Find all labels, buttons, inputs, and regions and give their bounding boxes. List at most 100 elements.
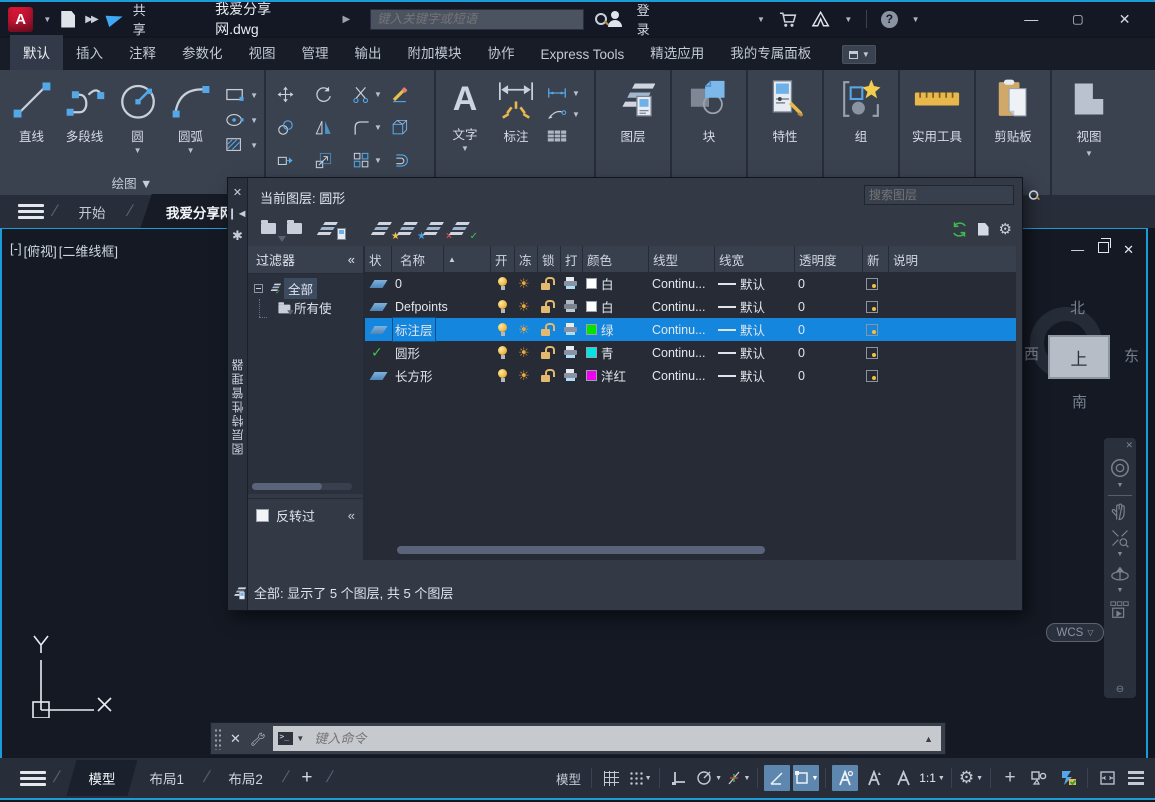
snap-mode-button[interactable]: ▼: [627, 765, 653, 791]
layer-vp-freeze-icon[interactable]: [862, 295, 888, 318]
fillet-button[interactable]: ▼: [352, 118, 382, 137]
layer-description-cell[interactable]: [888, 341, 1016, 364]
ribbon-tab-parametric[interactable]: 参数化: [169, 35, 236, 70]
orbit-icon[interactable]: [1109, 564, 1131, 584]
model-space-button[interactable]: 模型: [552, 765, 585, 791]
offset-button[interactable]: [390, 151, 409, 170]
copy-button[interactable]: [276, 118, 295, 137]
command-line-close-icon[interactable]: ✕: [230, 731, 241, 747]
layer-lock-icon[interactable]: [537, 341, 560, 364]
layer-name[interactable]: Defpoints: [391, 295, 490, 318]
zoom-extents-icon[interactable]: [1110, 528, 1130, 548]
text-dropdown-icon[interactable]: ▼: [461, 144, 469, 153]
layer-lock-icon[interactable]: [537, 295, 560, 318]
filter-all-label[interactable]: 全部: [284, 278, 317, 299]
viewcube-east[interactable]: 东: [1124, 345, 1139, 366]
tab-model[interactable]: 模型: [66, 760, 137, 796]
layer-linetype-cell[interactable]: Continu...: [648, 295, 714, 318]
showmotion-icon[interactable]: [1109, 600, 1131, 620]
layer-on-icon[interactable]: [490, 364, 514, 387]
layer-freeze-icon[interactable]: ☀: [514, 364, 537, 387]
col-on[interactable]: 开: [490, 246, 514, 272]
layer-row[interactable]: Defpoints ☀ 白 Continu... 默认 0: [365, 295, 1016, 318]
layer-table-scrollbar[interactable]: [378, 546, 862, 554]
tree-expander-icon[interactable]: [254, 284, 263, 293]
layer-plot-icon[interactable]: [560, 295, 582, 318]
linear-dimension-button[interactable]: ▼: [546, 86, 580, 100]
panel-block[interactable]: 块: [672, 70, 746, 195]
autocad-app-logo[interactable]: A: [8, 7, 33, 32]
layer-plot-icon[interactable]: [560, 341, 582, 364]
ribbon-tab-addins[interactable]: 附加模块: [395, 35, 475, 70]
annotation-autoscale-button[interactable]: [861, 765, 887, 791]
layer-lineweight-cell[interactable]: 默认: [714, 341, 794, 364]
command-line-grip[interactable]: [214, 728, 222, 750]
layer-description-cell[interactable]: [888, 364, 1016, 387]
new-layout-button[interactable]: +: [301, 767, 312, 789]
layer-lineweight-cell[interactable]: 默认: [714, 364, 794, 387]
line-button[interactable]: 直线: [6, 76, 57, 155]
polar-tracking-button[interactable]: ▼: [695, 765, 722, 791]
move-button[interactable]: [276, 85, 295, 104]
layer-on-icon[interactable]: [490, 341, 514, 364]
panel-layers[interactable]: 图层: [596, 70, 670, 195]
col-description[interactable]: 说明: [888, 246, 1016, 272]
wcs-dropdown[interactable]: WCS▽: [1046, 623, 1104, 642]
col-newvp[interactable]: 新: [862, 246, 888, 272]
circle-button[interactable]: 圆 ▼: [112, 76, 163, 155]
layer-transparency-cell[interactable]: 0: [794, 272, 862, 295]
viewcube-top-face[interactable]: 上: [1048, 335, 1110, 379]
ribbon-tab-custom-panel[interactable]: 我的专属面板: [717, 35, 824, 70]
layer-color-cell[interactable]: 白: [582, 295, 648, 318]
share-label[interactable]: 共享: [133, 0, 157, 38]
doc-restore-button[interactable]: [1098, 242, 1109, 253]
layer-linetype-cell[interactable]: Continu...: [648, 341, 714, 364]
layer-freeze-icon[interactable]: ☀: [514, 295, 537, 318]
filters-collapse-icon[interactable]: «: [348, 252, 355, 267]
customization-menu-button[interactable]: [1123, 765, 1149, 791]
file-tabs-menu-icon[interactable]: [18, 204, 44, 219]
annotation-visibility-button[interactable]: [832, 765, 858, 791]
window-minimize-button[interactable]: —: [1015, 11, 1048, 27]
ellipse-button[interactable]: ▼: [224, 111, 258, 129]
rectangle-button[interactable]: ▼: [224, 86, 258, 104]
layer-name[interactable]: 圆形: [391, 341, 490, 364]
palette-close-icon[interactable]: ✕: [233, 186, 242, 199]
viewport-control-menu[interactable]: [-]: [10, 241, 22, 260]
workspace-gear-button[interactable]: ⚙▼: [958, 765, 984, 791]
layer-name[interactable]: 标注层: [391, 318, 490, 341]
new-layer-button[interactable]: ★: [374, 218, 400, 240]
ribbon-tab-insert[interactable]: 插入: [63, 35, 116, 70]
layer-vp-freeze-icon[interactable]: [862, 341, 888, 364]
col-linetype[interactable]: 线型: [648, 246, 714, 272]
window-maximize-button[interactable]: ▢: [1062, 12, 1095, 26]
help-dropdown-icon[interactable]: ▼: [912, 15, 920, 24]
isolate-objects-button[interactable]: [1026, 765, 1052, 791]
layer-freeze-icon[interactable]: ☀: [514, 318, 537, 341]
layer-row[interactable]: ✓ 圆形 ☀ 青 Continu... 默认 0: [365, 341, 1016, 364]
layer-color-cell[interactable]: 青: [582, 341, 648, 364]
col-freeze[interactable]: 冻: [514, 246, 537, 272]
autodesk-logo-icon[interactable]: [811, 11, 830, 27]
layer-transparency-cell[interactable]: 0: [794, 364, 862, 387]
panel-clipboard[interactable]: 剪贴板: [976, 70, 1050, 195]
ribbon-tab-express-tools[interactable]: Express Tools: [528, 40, 638, 70]
isolate-settings-icon[interactable]: [978, 223, 989, 236]
layout-menu-icon[interactable]: [20, 771, 46, 786]
layer-plot-icon[interactable]: [560, 272, 582, 295]
trim-button[interactable]: ▼: [352, 85, 382, 104]
arc-button[interactable]: 圆弧 ▼: [165, 76, 216, 155]
graphics-performance-button[interactable]: [1055, 765, 1081, 791]
ortho-mode-button[interactable]: [666, 765, 692, 791]
ribbon-tab-view[interactable]: 视图: [236, 35, 289, 70]
doc-minimize-button[interactable]: —: [1071, 242, 1084, 258]
filter-tree-child[interactable]: 所有使: [248, 296, 363, 318]
command-input-box[interactable]: ▼ ▲: [273, 726, 941, 751]
layer-row[interactable]: 标注层 ☀ 绿 Continu... 默认 0: [365, 318, 1016, 341]
help-icon[interactable]: ?: [881, 11, 897, 28]
layer-on-icon[interactable]: [490, 318, 514, 341]
col-plot[interactable]: 打: [560, 246, 582, 272]
col-name[interactable]: 名称▲: [391, 246, 490, 272]
object-snap-button[interactable]: ▼: [793, 765, 819, 791]
layer-transparency-cell[interactable]: 0: [794, 295, 862, 318]
